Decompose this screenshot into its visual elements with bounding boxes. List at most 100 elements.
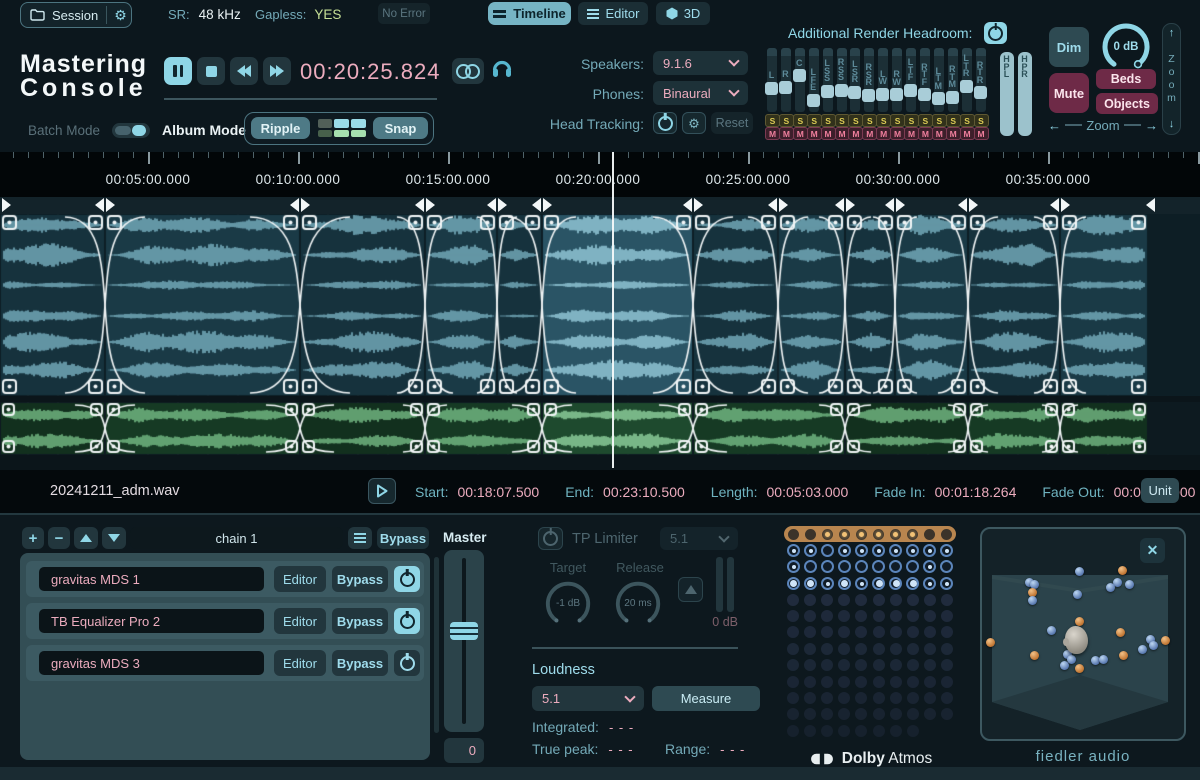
measure-button[interactable]: Measure xyxy=(652,686,760,711)
dim-button[interactable]: Dim xyxy=(1049,27,1089,67)
head-tracking-settings-button[interactable]: ⚙ xyxy=(682,112,706,134)
meter-fader-handle[interactable] xyxy=(793,69,806,82)
meter-fader-handle[interactable] xyxy=(779,81,792,94)
solo-button[interactable]: S xyxy=(848,114,863,127)
solo-button[interactable]: S xyxy=(876,114,891,127)
plugin-editor-button[interactable]: Editor xyxy=(274,650,326,676)
clip-boundary-markers[interactable] xyxy=(95,198,115,212)
solo-button[interactable]: S xyxy=(765,114,780,127)
limiter-mode-dropdown[interactable]: 5.1 xyxy=(660,527,738,550)
meter-fader-handle[interactable] xyxy=(974,86,987,99)
mute-button[interactable]: Mute xyxy=(1049,73,1089,113)
snap-button[interactable]: Snap xyxy=(373,117,428,139)
mute-button[interactable]: M xyxy=(918,127,933,140)
tab-timeline[interactable]: Timeline xyxy=(488,2,571,25)
close-button[interactable]: ✕ xyxy=(1140,538,1165,563)
clip-boundary-markers[interactable] xyxy=(768,198,788,212)
main-gain-knob[interactable]: 0 dB xyxy=(1100,19,1152,71)
solo-button[interactable]: S xyxy=(793,114,808,127)
trim-marker-icon[interactable] xyxy=(1146,198,1155,212)
solo-button[interactable]: S xyxy=(932,114,947,127)
mute-button[interactable]: M xyxy=(932,127,947,140)
tab-3d[interactable]: 3D xyxy=(656,2,710,25)
meter-fader-handle[interactable] xyxy=(848,86,861,99)
meter-fader-handle[interactable] xyxy=(918,88,931,101)
vertical-zoom-control[interactable]: ↑ Zoom ↓ xyxy=(1162,23,1181,135)
chain-scrollbar[interactable] xyxy=(434,557,439,733)
mute-button[interactable]: M xyxy=(793,127,808,140)
phones-dropdown[interactable]: Binaural xyxy=(653,81,748,105)
downmix-waveform-track[interactable] xyxy=(0,402,1200,455)
pause-button[interactable] xyxy=(164,57,192,85)
horizontal-zoom-control[interactable]: ← Zoom → xyxy=(1048,117,1158,133)
plugin-power-button[interactable] xyxy=(394,566,420,592)
solo-button[interactable]: S xyxy=(821,114,836,127)
plugin-bypass-button[interactable]: Bypass xyxy=(332,566,388,592)
file-name[interactable]: 20241211_adm.wav xyxy=(50,483,180,499)
forward-button[interactable] xyxy=(263,57,291,85)
headroom-power-button[interactable] xyxy=(984,22,1007,44)
speakers-dropdown[interactable]: 9.1.6 xyxy=(653,51,748,75)
mute-button[interactable]: M xyxy=(821,127,836,140)
meter-fader-handle[interactable] xyxy=(821,85,834,98)
unit-button[interactable]: Unit xyxy=(1141,478,1179,503)
plugin-editor-button[interactable]: Editor xyxy=(274,566,326,592)
clip-boundary-markers[interactable] xyxy=(958,198,978,212)
clip-boundary-markers[interactable] xyxy=(683,198,703,212)
solo-button[interactable]: S xyxy=(960,114,975,127)
meter-fader-handle[interactable] xyxy=(946,91,959,104)
clip-boundary-markers[interactable] xyxy=(835,198,855,212)
solo-button[interactable]: S xyxy=(946,114,961,127)
mute-button[interactable]: M xyxy=(848,127,863,140)
mute-button[interactable]: M xyxy=(807,127,822,140)
headphones-icon[interactable] xyxy=(490,56,514,85)
stop-button[interactable] xyxy=(197,57,225,85)
meter-fader-handle[interactable] xyxy=(960,80,973,93)
mute-button[interactable]: M xyxy=(876,127,891,140)
3d-viewer-panel[interactable]: ✕ xyxy=(980,527,1186,741)
master-fader-handle[interactable] xyxy=(450,622,478,640)
solo-button[interactable]: S xyxy=(904,114,919,127)
solo-button[interactable]: S xyxy=(779,114,794,127)
time-display[interactable]: 00:20:25.824 xyxy=(300,59,440,85)
field-value[interactable]: 00:01:18.264 xyxy=(935,484,1017,500)
solo-button[interactable]: S xyxy=(835,114,850,127)
mute-button[interactable]: M xyxy=(904,127,919,140)
solo-button[interactable]: S xyxy=(918,114,933,127)
trim-marker-icon[interactable] xyxy=(2,198,11,212)
plugin-name-field[interactable]: TB Equalizer Pro 2 xyxy=(39,609,264,633)
mute-button[interactable]: M xyxy=(779,127,794,140)
objects-button[interactable]: Objects xyxy=(1096,93,1158,114)
meter-fader-handle[interactable] xyxy=(932,92,945,105)
chain-name-field[interactable]: chain 1 xyxy=(130,527,343,549)
plugin-editor-button[interactable]: Editor xyxy=(274,608,326,634)
mute-button[interactable]: M xyxy=(862,127,877,140)
solo-button[interactable]: S xyxy=(807,114,822,127)
chain-menu-button[interactable] xyxy=(348,527,372,549)
plugin-bypass-button[interactable]: Bypass xyxy=(332,608,388,634)
waveform-timeline[interactable] xyxy=(0,214,1200,396)
plugin-name-field[interactable]: gravitas MDS 1 xyxy=(39,567,264,591)
meter-fader-handle[interactable] xyxy=(835,84,848,97)
plugin-power-button[interactable] xyxy=(394,608,420,634)
plugin-power-button[interactable] xyxy=(394,650,420,676)
limiter-release-knob[interactable]: 20 ms xyxy=(613,577,663,627)
clip-boundary-markers[interactable] xyxy=(487,198,507,212)
preview-play-button[interactable] xyxy=(368,478,396,504)
chain-bypass-button[interactable]: Bypass xyxy=(377,527,429,549)
mute-button[interactable]: M xyxy=(765,127,780,140)
mute-button[interactable]: M xyxy=(946,127,961,140)
mute-button[interactable]: M xyxy=(835,127,850,140)
clip-boundary-markers[interactable] xyxy=(415,198,435,212)
meter-fader-handle[interactable] xyxy=(862,89,875,102)
rewind-button[interactable] xyxy=(230,57,258,85)
solo-button[interactable]: S xyxy=(974,114,989,127)
mute-button[interactable]: M xyxy=(890,127,905,140)
mode-toggle[interactable] xyxy=(112,123,150,138)
head-tracking-reset-button[interactable]: Reset xyxy=(711,112,753,134)
playhead[interactable] xyxy=(612,152,614,468)
solo-button[interactable]: S xyxy=(890,114,905,127)
add-plugin-button[interactable]: + xyxy=(22,527,44,549)
clip-boundary-markers[interactable] xyxy=(885,198,905,212)
mute-button[interactable]: M xyxy=(974,127,989,140)
